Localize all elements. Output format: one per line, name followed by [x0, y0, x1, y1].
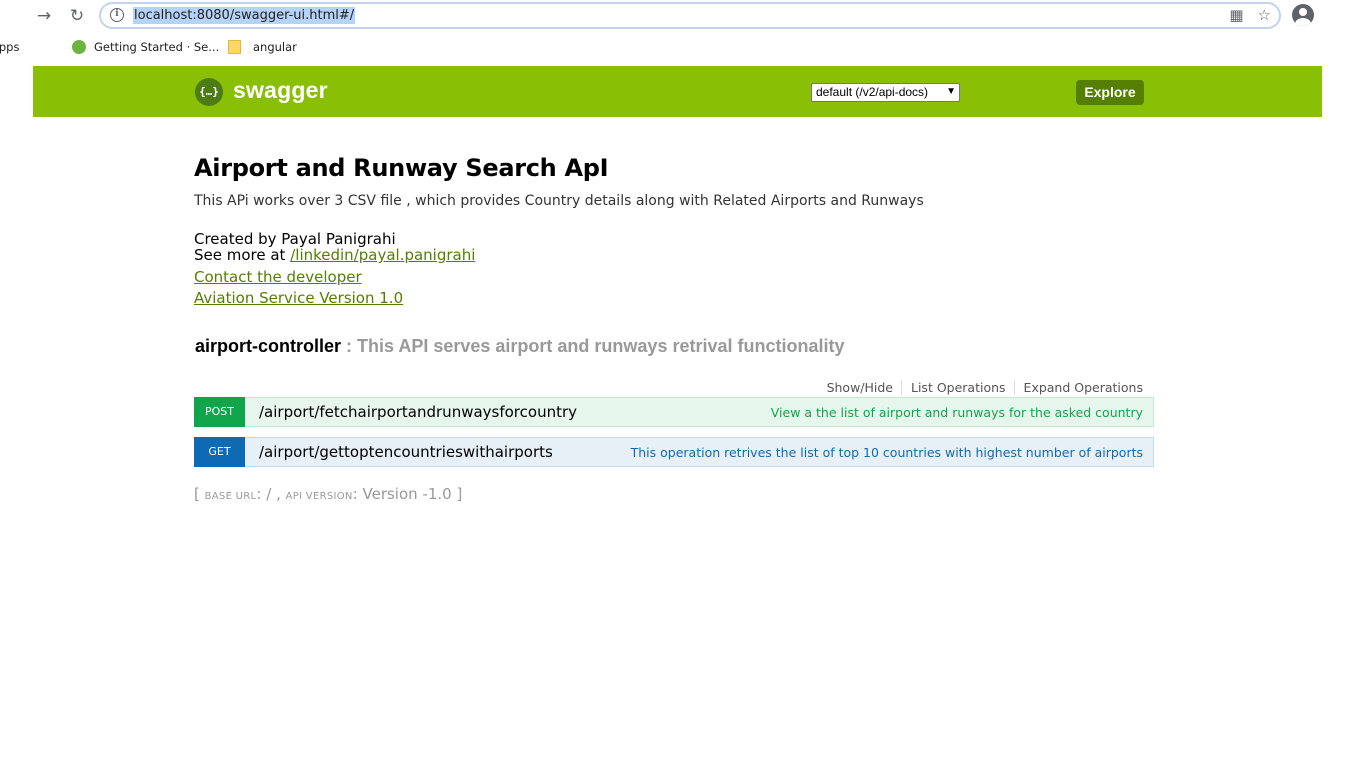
star-icon[interactable]: ☆ — [1258, 6, 1271, 24]
bookmarks-bar: Apps Getting Started · Se... angular — [0, 35, 1366, 59]
http-method-badge[interactable]: post — [194, 397, 245, 427]
see-more: See more at /linkedin/payal.panigrahi — [194, 247, 475, 263]
url-text[interactable]: localhost:8080/swagger-ui.html#/ — [133, 7, 356, 24]
http-method-badge[interactable]: get — [194, 437, 245, 467]
forward-arrow-icon[interactable]: → — [32, 4, 56, 28]
spring-leaf-icon — [72, 40, 86, 54]
created-by: Created by Payal Panigrahi — [194, 230, 396, 248]
operation-post[interactable]: post /airport/fetchairportandrunwaysforc… — [194, 397, 1154, 427]
chevron-down-icon: ▼ — [946, 86, 956, 97]
see-more-prefix: See more at — [194, 246, 291, 264]
expand-operations-link[interactable]: Expand Operations — [1015, 380, 1143, 395]
bookmark-label: angular — [253, 40, 297, 54]
spec-select[interactable]: default (/v2/api-docs) ▼ — [811, 83, 960, 102]
operation-summary[interactable]: View a the list of airport and runways f… — [771, 405, 1143, 420]
footer-bracket: [ — [194, 485, 205, 503]
api-footer: [ base url: / , api version: Version -1.… — [194, 485, 462, 503]
controller-actions: Show/Hide List Operations Expand Operation… — [818, 380, 1143, 395]
api-version-value: : Version -1.0 ] — [352, 485, 463, 503]
linkedin-link[interactable]: /linkedin/payal.panigrahi — [290, 246, 475, 264]
explore-button[interactable]: Explore — [1076, 80, 1144, 105]
bookmark-getting-started[interactable]: Getting Started · Se... — [72, 39, 219, 55]
bookmark-label: Apps — [0, 40, 20, 54]
controller-description: : This API serves airport and runways re… — [341, 336, 845, 356]
operation-path[interactable]: /airport/gettoptencountrieswithairports — [259, 443, 553, 461]
bookmark-label: Getting Started · Se... — [94, 40, 220, 54]
qr-code-icon[interactable]: ▦ — [1229, 6, 1243, 24]
base-url-value: : / , — [256, 485, 286, 503]
show-hide-link[interactable]: Show/Hide — [818, 380, 902, 395]
folder-icon — [228, 40, 241, 54]
api-description: This APi works over 3 CSV file , which p… — [194, 193, 924, 209]
reload-icon[interactable]: ↻ — [65, 4, 89, 28]
base-url-label: base url — [204, 491, 257, 502]
bookmark-angular[interactable]: angular — [228, 39, 297, 55]
list-operations-link[interactable]: List Operations — [902, 380, 1015, 395]
swagger-logo-icon[interactable]: {…} — [195, 78, 223, 106]
service-version-link[interactable]: Aviation Service Version 1.0 — [194, 289, 403, 307]
api-version-label: api version — [285, 491, 353, 502]
address-bar[interactable]: i localhost:8080/swagger-ui.html#/ ▦ ☆ — [99, 2, 1281, 29]
controller-heading: airport-controller : This API serves air… — [195, 336, 845, 357]
operation-summary[interactable]: This operation retrives the list of top … — [631, 445, 1143, 460]
operation-path[interactable]: /airport/fetchairportandrunwaysforcountr… — [259, 403, 577, 421]
operation-get[interactable]: get /airport/gettoptencountrieswithairpo… — [194, 437, 1154, 467]
bookmark-apps[interactable]: Apps — [0, 39, 19, 55]
spec-select-value: default (/v2/api-docs) — [816, 85, 929, 99]
profile-avatar-icon[interactable] — [1292, 4, 1314, 26]
controller-name[interactable]: airport-controller — [195, 336, 341, 356]
swagger-logo-text[interactable]: swagger — [233, 77, 328, 104]
info-icon[interactable]: i — [110, 8, 124, 22]
swagger-header: {…} swagger default (/v2/api-docs) ▼ Exp… — [33, 66, 1322, 117]
contact-developer-link[interactable]: Contact the developer — [194, 268, 362, 286]
api-title: Airport and Runway Search ApI — [194, 154, 609, 182]
browser-toolbar: → ↻ i localhost:8080/swagger-ui.html#/ ▦… — [0, 0, 1366, 32]
